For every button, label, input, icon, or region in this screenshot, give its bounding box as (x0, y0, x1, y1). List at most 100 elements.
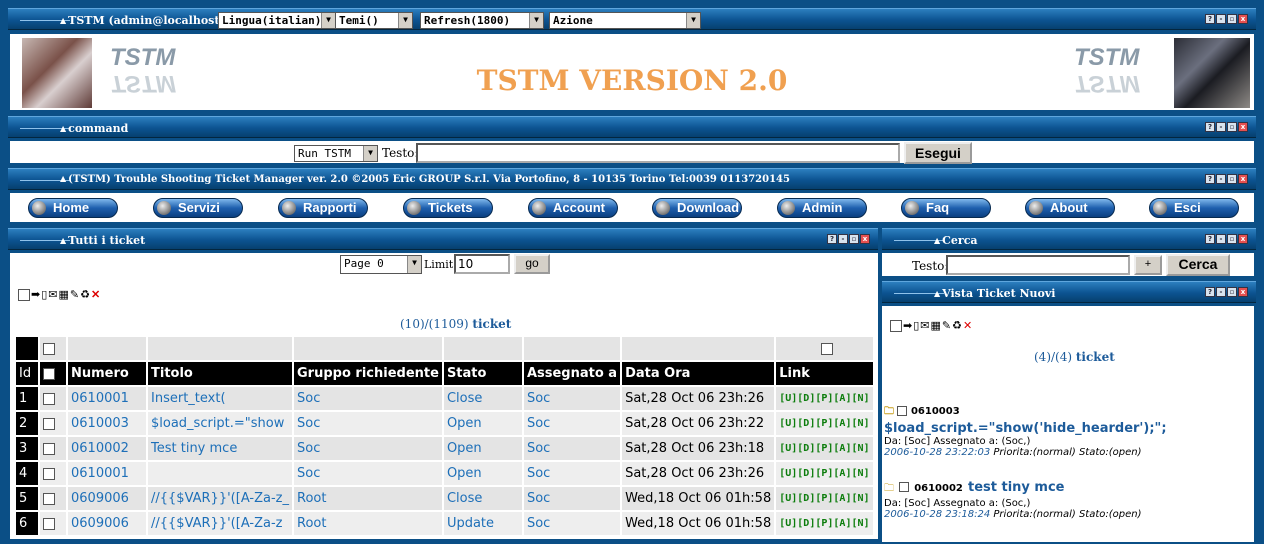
close-icon[interactable]: x (1238, 122, 1248, 132)
cell-title[interactable]: Test tiny mce (148, 437, 293, 460)
search-plus-button[interactable]: + (1134, 255, 1162, 275)
row-action-links[interactable]: [U][D][P][A][N] (776, 462, 873, 485)
column-header[interactable]: Titolo (148, 362, 293, 385)
move-icon[interactable]: ➡ (31, 289, 40, 301)
nav-faq-button[interactable]: Faq (901, 198, 991, 218)
cell-group[interactable]: Soc (294, 412, 442, 435)
column-header[interactable]: Id (16, 362, 38, 385)
cell-num[interactable]: 0609006 (68, 487, 146, 510)
row-action-links[interactable]: [U][D][P][A][N] (776, 512, 873, 535)
nav-rapporti-button[interactable]: Rapporti (278, 198, 368, 218)
cell-assigned[interactable]: Soc (523, 387, 621, 410)
help-icon[interactable]: ? (1205, 14, 1215, 24)
go-button[interactable]: go (514, 254, 550, 274)
search-button[interactable]: Cerca (1166, 254, 1230, 276)
minimize-icon[interactable]: - (838, 234, 848, 244)
ticket-icon[interactable]: ✉ (48, 289, 57, 301)
row-action-links[interactable]: [U][D][P][A][N] (776, 412, 873, 435)
row-checkbox[interactable] (43, 442, 55, 455)
action-select[interactable]: Azione ▼ (549, 12, 701, 29)
nav-about-button[interactable]: About (1025, 198, 1115, 218)
close-icon[interactable]: x (1238, 287, 1248, 297)
minimize-icon[interactable]: - (1216, 14, 1226, 24)
cell-state[interactable]: Open (443, 412, 522, 435)
column-header[interactable]: Gruppo richiedente (294, 362, 442, 385)
column-header[interactable]: Assegnato a (523, 362, 621, 385)
row-checkbox[interactable] (43, 392, 55, 405)
column-header[interactable]: Data Ora (622, 362, 775, 385)
cell-state[interactable]: Close (443, 487, 522, 510)
cell-group[interactable]: Root (294, 487, 442, 510)
cell-num[interactable]: 0610001 (68, 462, 146, 485)
new-ticket-title[interactable]: $load_script.="show('hide_hearder');"; (884, 421, 1254, 436)
cell-title[interactable] (148, 462, 293, 485)
filter-checkbox[interactable] (820, 342, 833, 355)
new-ticket-checkbox[interactable] (897, 406, 908, 416)
help-icon[interactable]: ? (827, 234, 837, 244)
recycle-icon[interactable]: ♻ (952, 320, 962, 332)
cell-num[interactable]: 0609006 (68, 512, 146, 535)
table-row[interactable]: 1 0610001 Insert_text(Soc Close Soc Sat,28 Oc… (16, 387, 873, 410)
cell-num[interactable]: 0610003 (68, 412, 146, 435)
maximize-icon[interactable]: ▫ (1227, 174, 1237, 184)
cell-state[interactable]: Close (443, 387, 522, 410)
minimize-icon[interactable]: - (1216, 234, 1226, 244)
cell-assigned[interactable]: Soc (523, 512, 621, 535)
close-icon[interactable]: x (1238, 14, 1248, 24)
edit-icon[interactable]: ✎ (942, 320, 951, 332)
refresh-select[interactable]: Refresh(1800) ▼ (420, 12, 544, 29)
new-ticket-title[interactable]: test tiny mce (968, 480, 1065, 495)
table-row[interactable]: 5 0609006//{{$VAR}}'([A-Za-z_ Root Close Soc… (16, 487, 873, 510)
recycle-icon[interactable]: ♻ (80, 289, 90, 301)
new-ticket-item[interactable]: 🗀 0610003 $load_script.="show('hide_hear… (884, 404, 1254, 458)
limit-input[interactable]: 10 (454, 254, 510, 274)
maximize-icon[interactable]: ▫ (1227, 14, 1237, 24)
command-text-input[interactable] (416, 143, 900, 163)
select-all-checkbox[interactable] (890, 320, 902, 332)
maximize-icon[interactable]: ▫ (849, 234, 859, 244)
cell-state[interactable]: Open (443, 437, 522, 460)
mobile-icon[interactable]: ▯ (913, 320, 919, 332)
table-row[interactable]: 3 0610002 Test tiny mce Soc Open Soc Sat,28 Oc… (16, 437, 873, 460)
new-ticket-checkbox[interactable] (899, 481, 910, 492)
table-row[interactable]: 2 0610003 $load_script.="show Soc Open Soc Sat… (16, 412, 873, 435)
run-select[interactable]: Run TSTM ▼ (294, 145, 378, 162)
row-checkbox[interactable] (43, 417, 55, 430)
nav-esci-button[interactable]: Esci (1149, 198, 1239, 218)
edit-icon[interactable]: ✎ (70, 289, 79, 301)
nav-tickets-button[interactable]: Tickets (403, 198, 493, 218)
grid-icon[interactable]: ▦ (59, 289, 69, 301)
close-icon[interactable]: x (1238, 234, 1248, 244)
column-header[interactable]: Stato (443, 362, 522, 385)
close-icon[interactable]: x (1238, 174, 1248, 184)
row-action-links[interactable]: [U][D][P][A][N] (776, 437, 873, 460)
row-checkbox[interactable] (43, 467, 55, 480)
table-row[interactable]: 4 0610001 Soc Open Soc Sat,28 Oct 06 23h:26 [U… (16, 462, 873, 485)
help-icon[interactable]: ? (1205, 122, 1215, 132)
cell-group[interactable]: Soc (294, 462, 442, 485)
minimize-icon[interactable]: - (1216, 287, 1226, 297)
new-ticket-item[interactable]: 🗀 0610002 test tiny mce Da: [Soc] Assegn… (884, 476, 1254, 520)
nav-home-button[interactable]: Home (28, 198, 118, 218)
theme-select[interactable]: Temi() ▼ (335, 12, 413, 29)
ticket-icon[interactable]: ✉ (920, 320, 929, 332)
cell-title[interactable]: //{{$VAR}}'([A-Za-z (148, 512, 293, 535)
cell-title[interactable]: Insert_text( (148, 387, 293, 410)
nav-servizi-button[interactable]: Servizi (153, 198, 243, 218)
nav-download-button[interactable]: Download (652, 198, 742, 218)
cell-group[interactable]: Root (294, 512, 442, 535)
cell-state[interactable]: Update (443, 512, 522, 535)
filter-checkbox[interactable] (43, 342, 55, 355)
cell-assigned[interactable]: Soc (523, 462, 621, 485)
search-input[interactable] (946, 255, 1130, 275)
help-icon[interactable]: ? (1205, 174, 1215, 184)
select-all-rows-checkbox[interactable] (43, 367, 55, 380)
cell-group[interactable]: Soc (294, 437, 442, 460)
cell-group[interactable]: Soc (294, 387, 442, 410)
select-all-checkbox[interactable] (18, 289, 30, 301)
page-select[interactable]: Page 0 ▼ (340, 255, 422, 274)
maximize-icon[interactable]: ▫ (1227, 234, 1237, 244)
column-header[interactable]: Numero (68, 362, 146, 385)
cell-state[interactable]: Open (443, 462, 522, 485)
column-header[interactable]: Link (776, 362, 873, 385)
